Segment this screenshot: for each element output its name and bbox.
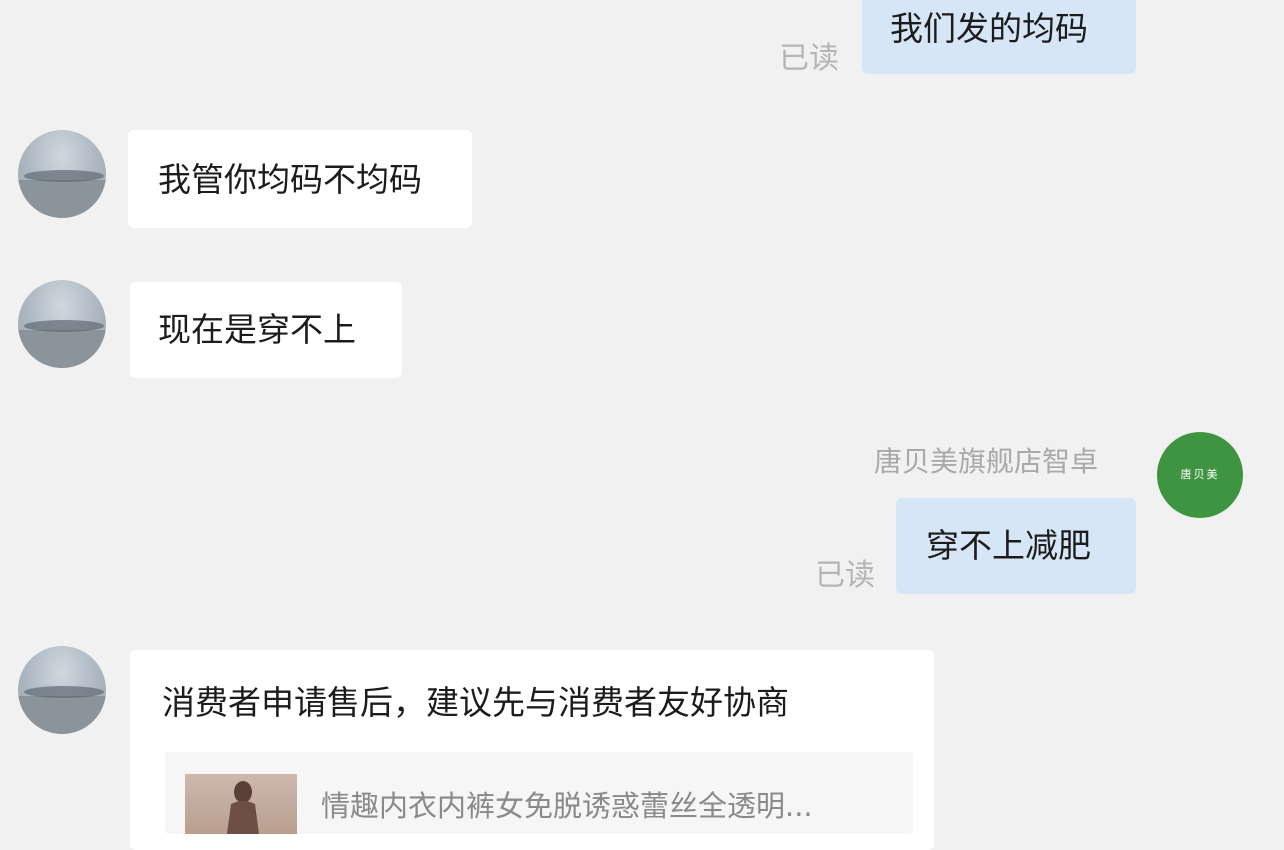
message-text: 现在是穿不上 [158,310,356,349]
blurred-photo-icon [18,170,106,218]
read-status: 已读 [779,41,839,76]
message-text: 我们发的均码 [890,9,1088,48]
incoming-message-bubble[interactable]: 我管你均码不均码 [128,130,472,228]
product-thumbnail [185,774,297,834]
product-card[interactable]: 情趣内衣内裤女免脱诱惑蕾丝全透明... [165,752,913,834]
message-text: 我管你均码不均码 [158,160,422,199]
sender-name: 唐贝美旗舰店智卓 [874,445,1099,478]
read-status: 已读 [815,558,875,593]
outgoing-message-bubble[interactable]: 穿不上减肥 [896,498,1136,594]
product-title: 情趣内衣内裤女免脱诱惑蕾丝全透明... [321,789,813,823]
message-text: 消费者申请售后，建议先与消费者友好协商 [162,683,789,722]
customer-avatar[interactable] [18,280,106,368]
incoming-message-bubble[interactable]: 现在是穿不上 [130,282,402,378]
message-text: 穿不上减肥 [926,526,1091,565]
blurred-photo-icon [18,320,106,368]
chat-message-list[interactable]: 我们发的均码 已读 我管你均码不均码 现在是穿不上 唐贝美旗舰店智卓 唐贝美 穿… [0,0,1284,850]
product-photo-icon [227,781,259,834]
customer-avatar[interactable] [18,130,106,218]
customer-avatar[interactable] [18,646,106,734]
shop-avatar[interactable]: 唐贝美 [1157,432,1243,518]
shop-avatar-label: 唐贝美 [1180,468,1220,481]
blurred-photo-icon [18,686,106,734]
outgoing-message-bubble[interactable]: 我们发的均码 [862,0,1136,74]
